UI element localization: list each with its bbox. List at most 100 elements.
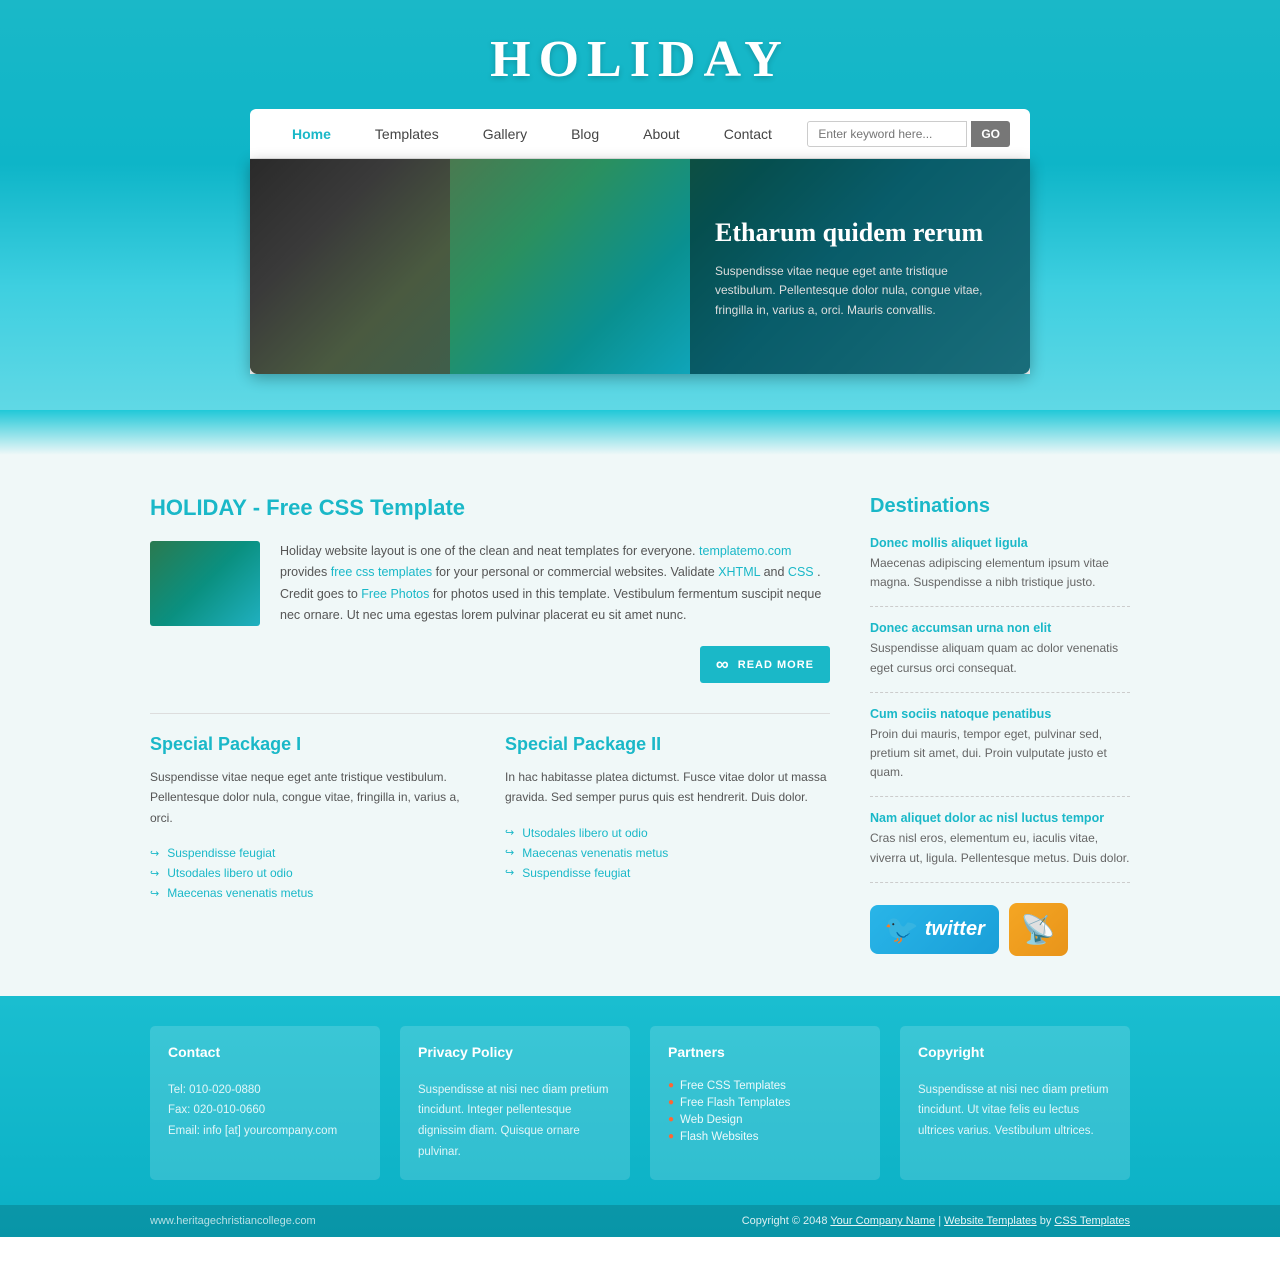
- about-text-1: Holiday website layout is one of the cle…: [280, 544, 696, 558]
- about-block: Holiday website layout is one of the cle…: [150, 541, 830, 626]
- about-link-freecss[interactable]: free css templates: [331, 565, 432, 579]
- twitter-badge[interactable]: 🐦 twitter: [870, 905, 999, 954]
- package-1-title: Special Package I: [150, 734, 475, 755]
- hero-banner: Etharum quidem rerum Suspendisse vitae n…: [250, 159, 1030, 374]
- about-text: Holiday website layout is one of the cle…: [280, 541, 830, 626]
- packages-container: Special Package I Suspendisse vitae nequ…: [150, 734, 830, 903]
- read-more-label: READ MORE: [738, 659, 814, 671]
- hero-overlay: Etharum quidem rerum Suspendisse vitae n…: [690, 159, 1030, 374]
- footer-bottom-left: www.heritagechristiancollege.com: [150, 1215, 316, 1227]
- about-text-2: provides: [280, 565, 331, 579]
- dest-link-4[interactable]: Nam aliquet dolor ac nisl luctus tempor: [870, 811, 1130, 825]
- dest-link-1[interactable]: Donec mollis aliquet ligula: [870, 536, 1130, 550]
- nav-links: Home Templates Gallery Blog About Contac…: [270, 112, 807, 156]
- footer-bottom-right: Copyright © 2048 Your Company Name | Web…: [742, 1215, 1130, 1227]
- pkg2-item-2: Maecenas venenatis metus: [505, 843, 830, 863]
- pkg2-item-3: Suspendisse feugiat: [505, 863, 830, 883]
- dest-desc-4: Cras nisl eros, elementum eu, iaculis vi…: [870, 829, 1130, 867]
- partner-item-2: Free Flash Templates: [668, 1097, 862, 1109]
- sidebar: Destinations Donec mollis aliquet ligula…: [870, 495, 1130, 956]
- about-text-4: and: [764, 565, 788, 579]
- partner-link-4[interactable]: Flash Websites: [680, 1131, 758, 1143]
- footer-col-privacy: Privacy Policy Suspendisse at nisi nec d…: [400, 1026, 630, 1181]
- footer-copyright-pre: Copyright © 2048: [742, 1215, 831, 1227]
- package-2-list: Utsodales libero ut odio Maecenas venena…: [505, 823, 830, 883]
- about-image: [150, 541, 260, 626]
- dest-link-2[interactable]: Donec accumsan urna non elit: [870, 621, 1130, 635]
- site-title: HOLIDAY: [0, 20, 1280, 109]
- read-more-button[interactable]: ∞ READ MORE: [700, 646, 830, 683]
- package-1: Special Package I Suspendisse vitae nequ…: [150, 734, 475, 903]
- footer-by: by: [1040, 1215, 1055, 1227]
- nav-templates[interactable]: Templates: [353, 112, 461, 156]
- footer-contact-title: Contact: [168, 1044, 362, 1066]
- dest-item-4: Nam aliquet dolor ac nisl luctus tempor …: [870, 811, 1130, 882]
- twitter-bird-icon: 🐦: [884, 913, 919, 946]
- pkg2-item-1: Utsodales libero ut odio: [505, 823, 830, 843]
- content-section: HOLIDAY - Free CSS Template Holiday webs…: [0, 455, 1280, 996]
- social-icons: 🐦 twitter 📡: [870, 903, 1130, 956]
- footer-bottom-inner: www.heritagechristiancollege.com Copyrig…: [150, 1215, 1130, 1227]
- dest-link-3[interactable]: Cum sociis natoque penatibus: [870, 707, 1130, 721]
- rss-badge[interactable]: 📡: [1009, 903, 1068, 956]
- footer-col-partners: Partners Free CSS Templates Free Flash T…: [650, 1026, 880, 1181]
- read-more-container: ∞ READ MORE: [150, 646, 830, 683]
- package-2-text: In hac habitasse platea dictumst. Fusce …: [505, 767, 830, 808]
- divider-1: [150, 713, 830, 714]
- footer-partners-list: Free CSS Templates Free Flash Templates …: [668, 1080, 862, 1143]
- top-section: HOLIDAY Home Templates Gallery Blog Abou…: [0, 0, 1280, 410]
- search-button[interactable]: GO: [971, 121, 1010, 147]
- hero-text: Suspendisse vitae neque eget ante tristi…: [715, 262, 1005, 320]
- footer-section: Contact Tel: 010-020-0880 Fax: 020-010-0…: [0, 996, 1280, 1238]
- main-content: HOLIDAY - Free CSS Template Holiday webs…: [150, 495, 830, 956]
- package-2: Special Package II In hac habitasse plat…: [505, 734, 830, 903]
- footer-privacy-text: Suspendisse at nisi nec diam pretium tin…: [418, 1080, 612, 1163]
- dest-desc-3: Proin dui mauris, tempor eget, pulvinar …: [870, 725, 1130, 783]
- hero-title: Etharum quidem rerum: [715, 218, 1005, 248]
- partner-link-3[interactable]: Web Design: [680, 1114, 742, 1126]
- footer-css-link[interactable]: CSS Templates: [1054, 1215, 1130, 1227]
- footer-col-copyright: Copyright Suspendisse at nisi nec diam p…: [900, 1026, 1130, 1181]
- color-band: [0, 410, 1280, 455]
- main-section-title: HOLIDAY - Free CSS Template: [150, 495, 830, 521]
- twitter-label: twitter: [925, 918, 985, 941]
- nav-contact[interactable]: Contact: [702, 112, 794, 156]
- footer-copyright-title: Copyright: [918, 1044, 1112, 1066]
- pkg1-item-2: Utsodales libero ut odio: [150, 863, 475, 883]
- footer-bottom: www.heritagechristiancollege.com Copyrig…: [0, 1205, 1280, 1237]
- about-link-css[interactable]: CSS: [788, 565, 814, 579]
- rss-icon: 📡: [1021, 913, 1056, 946]
- dest-item-1: Donec mollis aliquet ligula Maecenas adi…: [870, 536, 1130, 607]
- nav-about[interactable]: About: [621, 112, 702, 156]
- footer-col-contact: Contact Tel: 010-020-0880 Fax: 020-010-0…: [150, 1026, 380, 1181]
- partner-item-1: Free CSS Templates: [668, 1080, 862, 1092]
- nav-blog[interactable]: Blog: [549, 112, 621, 156]
- footer-inner: Contact Tel: 010-020-0880 Fax: 020-010-0…: [150, 1026, 1130, 1206]
- dest-desc-1: Maecenas adipiscing elementum ipsum vita…: [870, 554, 1130, 592]
- footer-privacy-title: Privacy Policy: [418, 1044, 612, 1066]
- content-inner: HOLIDAY - Free CSS Template Holiday webs…: [150, 495, 1130, 956]
- nav-bar: Home Templates Gallery Blog About Contac…: [250, 109, 1030, 159]
- read-more-icon: ∞: [716, 654, 730, 675]
- package-1-text: Suspendisse vitae neque eget ante tristi…: [150, 767, 475, 828]
- footer-templates-link[interactable]: Website Templates: [944, 1215, 1037, 1227]
- footer-contact-address: Tel: 010-020-0880 Fax: 020-010-0660 Emai…: [168, 1080, 362, 1142]
- about-link-photos[interactable]: Free Photos: [361, 587, 429, 601]
- partner-item-3: Web Design: [668, 1114, 862, 1126]
- dest-desc-2: Suspendisse aliquam quam ac dolor venena…: [870, 639, 1130, 677]
- about-link-xhtml[interactable]: XHTML: [718, 565, 760, 579]
- footer-partners-title: Partners: [668, 1044, 862, 1066]
- nav-gallery[interactable]: Gallery: [461, 112, 549, 156]
- partner-link-1[interactable]: Free CSS Templates: [680, 1080, 786, 1092]
- partner-item-4: Flash Websites: [668, 1131, 862, 1143]
- sidebar-title: Destinations: [870, 495, 1130, 518]
- footer-copyright-text: Suspendisse at nisi nec diam pretium tin…: [918, 1080, 1112, 1142]
- nav-home[interactable]: Home: [270, 112, 353, 156]
- partner-link-2[interactable]: Free Flash Templates: [680, 1097, 790, 1109]
- footer-company-link[interactable]: Your Company Name: [830, 1215, 935, 1227]
- package-1-list: Suspendisse feugiat Utsodales libero ut …: [150, 843, 475, 903]
- nav-container: Home Templates Gallery Blog About Contac…: [250, 109, 1030, 374]
- search-input[interactable]: [807, 121, 967, 147]
- pkg1-item-3: Maecenas venenatis metus: [150, 883, 475, 903]
- about-link-templatemo[interactable]: templatemo.com: [699, 544, 791, 558]
